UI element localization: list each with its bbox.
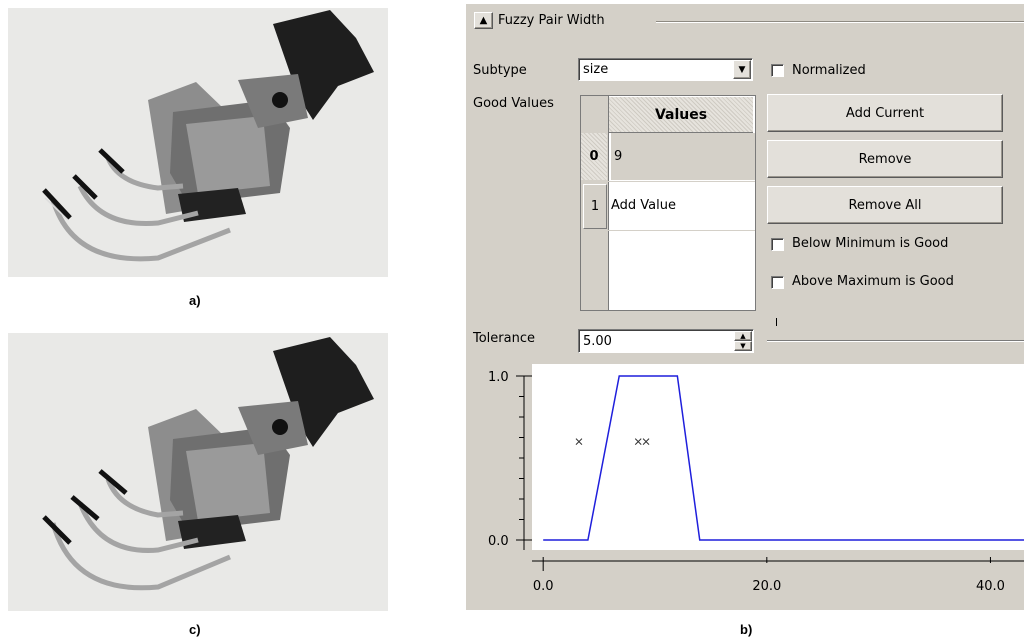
row-index: 0 <box>581 133 607 180</box>
toggle-switch-image <box>42 337 374 591</box>
collapse-button[interactable]: ▲ <box>474 12 493 29</box>
x-tick-label: 20.0 <box>752 579 781 594</box>
y-tick-label: 0.0 <box>488 534 509 549</box>
x-tick-label: 40.0 <box>976 579 1005 594</box>
table-row[interactable]: 1 Add Value <box>581 182 755 231</box>
subtype-label: Subtype <box>473 63 527 78</box>
fuzzy-pair-width-panel: ▲ Fuzzy Pair Width Subtype size ▼ Normal… <box>466 4 1024 610</box>
below-minimum-checkbox[interactable] <box>771 238 784 251</box>
tolerance-value: 5.00 <box>583 333 612 349</box>
normalized-label: Normalized <box>792 63 866 78</box>
remove-all-button[interactable]: Remove All <box>767 186 1003 224</box>
row-value: 9 <box>611 133 755 180</box>
good-values-label: Good Values <box>473 96 554 111</box>
add-current-button[interactable]: Add Current <box>767 94 1003 132</box>
x-tick-label: 0.0 <box>533 579 554 594</box>
switch-photo-a <box>8 8 388 277</box>
toggle-switch-image <box>42 10 374 262</box>
values-table[interactable]: Values 0 9 1 Add Value <box>580 95 756 311</box>
table-row[interactable]: 0 9 <box>581 133 755 182</box>
y-tick-label: 1.0 <box>488 370 509 385</box>
caption-a: a) <box>189 293 201 308</box>
group-title: Fuzzy Pair Width <box>498 13 605 28</box>
plot-area <box>532 364 1024 550</box>
remove-button[interactable]: Remove <box>767 140 1003 178</box>
row-index: 1 <box>583 184 607 229</box>
above-maximum-label: Above Maximum is Good <box>792 274 954 289</box>
switch-photo-c <box>8 333 388 611</box>
table-header[interactable]: Values <box>609 97 753 133</box>
tolerance-slider-tick <box>776 318 777 326</box>
normalized-checkbox[interactable] <box>771 64 784 77</box>
tolerance-slider-track[interactable] <box>767 340 1024 342</box>
tolerance-spinner[interactable]: 5.00 ▲ ▼ <box>578 329 754 353</box>
membership-chart: 0.0 1.0 0.0 20.0 40.0 <box>488 364 1024 594</box>
spin-up-icon[interactable]: ▲ <box>734 331 752 341</box>
caption-c: c) <box>189 622 201 637</box>
row-value: Add Value <box>611 198 676 213</box>
spin-down-icon[interactable]: ▼ <box>734 341 752 351</box>
chevron-up-icon: ▲ <box>479 14 488 26</box>
below-minimum-label: Below Minimum is Good <box>792 236 949 251</box>
tolerance-label: Tolerance <box>473 331 535 346</box>
subtype-select[interactable]: size ▼ <box>578 58 753 81</box>
subtype-value: size <box>583 62 609 77</box>
group-divider <box>656 21 1024 23</box>
above-maximum-checkbox[interactable] <box>771 276 784 289</box>
dropdown-arrow-icon[interactable]: ▼ <box>733 60 751 79</box>
caption-b: b) <box>740 622 753 637</box>
